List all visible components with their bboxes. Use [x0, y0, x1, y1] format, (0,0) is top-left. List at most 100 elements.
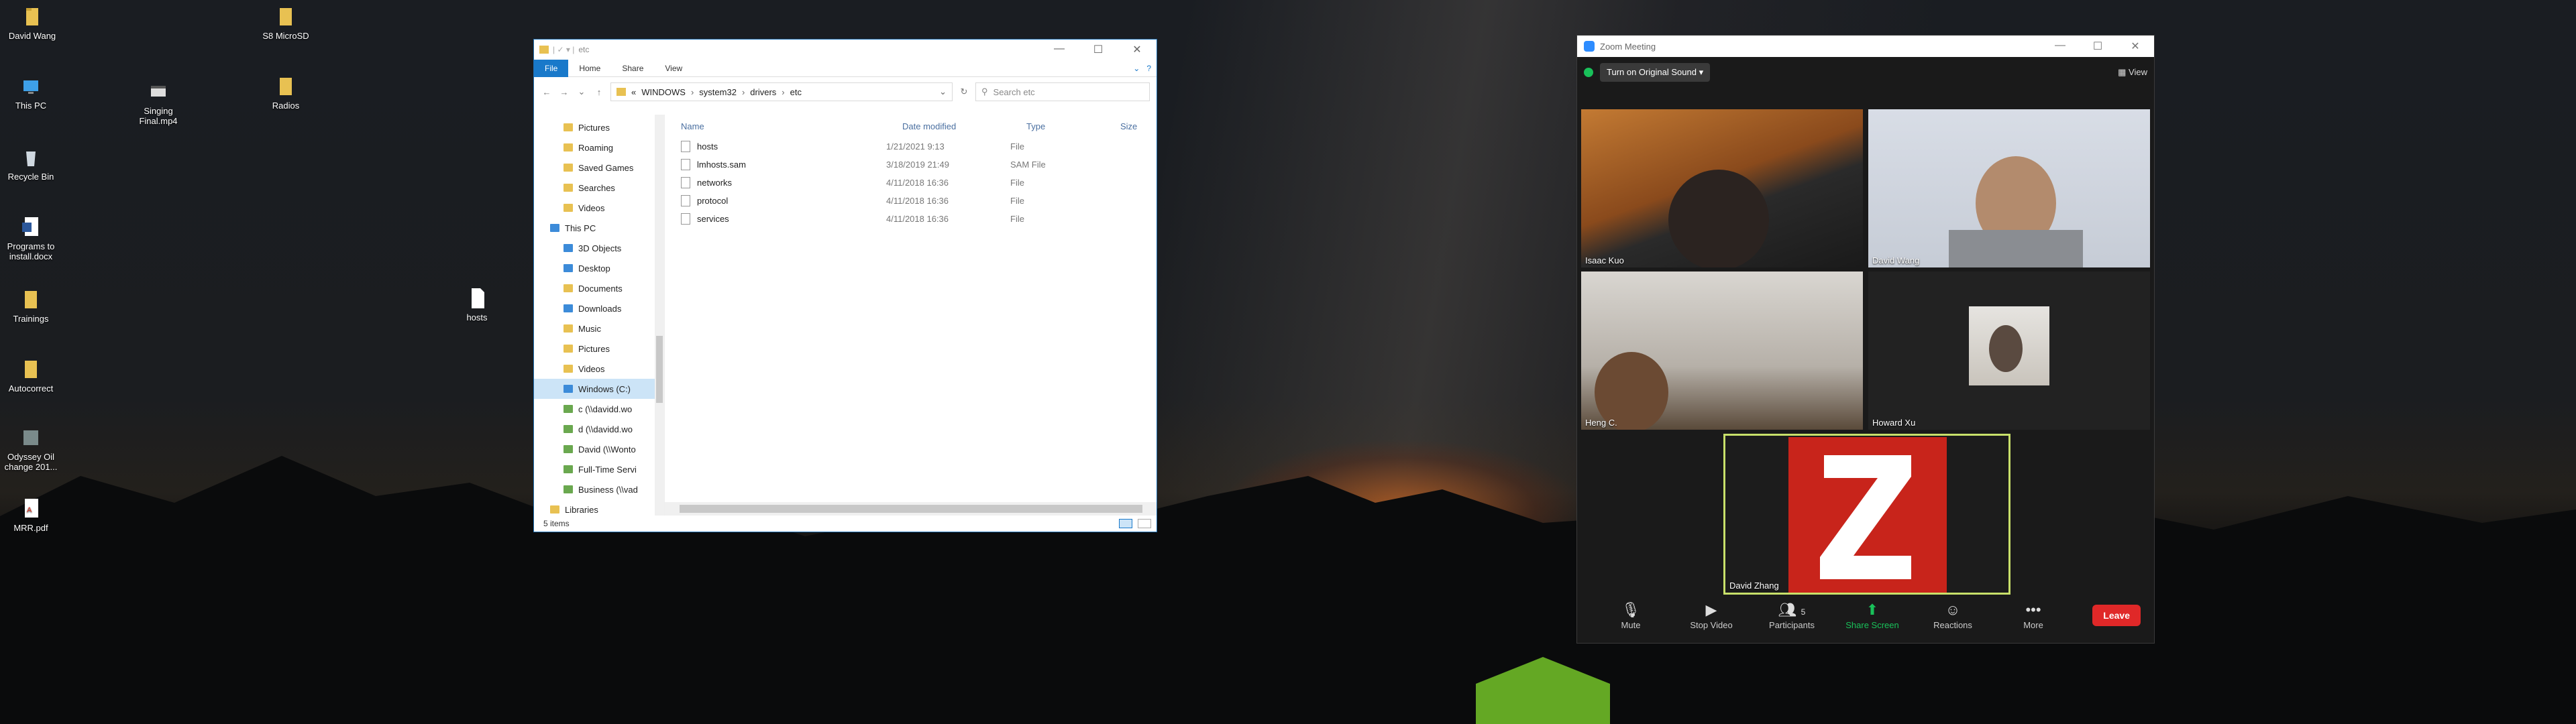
file-row[interactable]: services 4/11/2018 16:36 File — [665, 210, 1157, 228]
tab-file[interactable]: File — [534, 59, 569, 77]
file-row[interactable]: lmhosts.sam 3/18/2019 21:49 SAM File — [665, 156, 1157, 174]
details-view-icon[interactable] — [1119, 519, 1132, 528]
forward-arrow-icon[interactable]: → — [558, 87, 570, 97]
video-tile-isaac-kuo[interactable]: Isaac Kuo — [1581, 109, 1863, 267]
desktop-icon-s8-microsd[interactable]: S8 MicroSD — [252, 5, 319, 41]
nav-item[interactable]: Downloads — [534, 298, 664, 318]
chevron-down-icon[interactable]: ▾ — [1699, 67, 1704, 77]
nav-item[interactable]: Full-Time Servi — [534, 459, 664, 479]
breadcrumb-separator-icon[interactable]: › — [691, 87, 694, 97]
desktop-icon-singing-final[interactable]: Singing Final.mp4 — [125, 80, 192, 126]
breadcrumb-system32[interactable]: system32 — [699, 87, 737, 97]
participants-button[interactable]: 👥︎ 5 Participants — [1752, 601, 1832, 630]
search-input[interactable]: Search etc — [994, 87, 1035, 97]
desktop-icon-odyssey[interactable]: Odyssey Oil change 201... — [0, 426, 64, 472]
file-row[interactable]: networks 4/11/2018 16:36 File — [665, 174, 1157, 192]
nav-item[interactable]: David (\\Wonto — [534, 439, 664, 459]
nav-item[interactable]: Music — [534, 318, 664, 339]
video-tile-howard-xu[interactable]: Howard Xu — [1868, 272, 2150, 430]
file-row[interactable]: hosts 1/21/2021 9:13 File — [665, 137, 1157, 156]
search-box[interactable]: ⚲ Search etc — [975, 82, 1150, 101]
folder-icon — [25, 291, 37, 308]
nav-item[interactable]: Videos — [534, 198, 664, 218]
minimize-button[interactable]: — — [2041, 40, 2079, 53]
column-name[interactable]: Name — [665, 121, 886, 131]
desktop-icon-hosts[interactable]: hosts — [443, 287, 511, 322]
nav-scrollbar[interactable] — [655, 115, 664, 516]
more-button[interactable]: ••• More — [1993, 601, 2074, 630]
recent-locations-icon[interactable]: ⌄ — [576, 86, 588, 97]
view-button[interactable]: ▦ View — [2118, 67, 2147, 78]
desktop-icon-trainings[interactable]: Trainings — [0, 288, 64, 324]
desktop-icon-mrr-pdf[interactable]: A MRR.pdf — [0, 497, 64, 533]
scrollbar-thumb[interactable] — [680, 505, 1142, 513]
participant-video — [1989, 325, 2023, 372]
maximize-button[interactable]: ☐ — [1079, 43, 1118, 56]
desktop-icon-radios[interactable]: Radios — [252, 75, 319, 111]
address-prefix[interactable]: « — [631, 87, 636, 97]
zoom-titlebar[interactable]: Zoom Meeting — ☐ ✕ — [1577, 36, 2154, 57]
address-bar[interactable]: « WINDOWS › system32 › drivers › etc ⌄ — [610, 82, 953, 101]
scrollbar-thumb[interactable] — [656, 336, 663, 403]
nav-item[interactable]: Windows (C:) — [534, 379, 664, 399]
maximize-button[interactable]: ☐ — [2079, 40, 2116, 53]
nav-item[interactable]: This PC — [534, 218, 664, 238]
minimize-button[interactable]: — — [1040, 43, 1079, 56]
nav-item-label: Music — [578, 323, 601, 334]
breadcrumb-separator-icon[interactable]: › — [742, 87, 745, 97]
nav-item[interactable]: Business (\\vad — [534, 479, 664, 499]
desktop-icon-this-pc[interactable]: This PC — [0, 75, 64, 111]
column-type[interactable]: Type — [1010, 121, 1104, 131]
nav-item[interactable]: Roaming — [534, 137, 664, 158]
large-icons-view-icon[interactable] — [1138, 519, 1151, 528]
address-dropdown-icon[interactable]: ⌄ — [939, 86, 947, 97]
desktop-icon-programs-doc[interactable]: Programs to install.docx — [0, 216, 64, 261]
nav-item[interactable]: d (\\davidd.wo — [534, 419, 664, 439]
shield-icon[interactable] — [1584, 68, 1593, 77]
horizontal-scrollbar[interactable] — [665, 502, 1157, 516]
breadcrumb-separator-icon[interactable]: › — [782, 87, 784, 97]
back-arrow-icon[interactable]: ← — [541, 87, 553, 97]
column-date-modified[interactable]: Date modified — [886, 121, 1010, 131]
desktop-icon-david-wang[interactable]: David Wang — [0, 5, 66, 41]
breadcrumb-drivers[interactable]: drivers — [750, 87, 776, 97]
file-row[interactable]: protocol 4/11/2018 16:36 File — [665, 192, 1157, 210]
stop-video-button[interactable]: ▶ Stop Video — [1671, 601, 1752, 630]
breadcrumb-windows[interactable]: WINDOWS — [641, 87, 686, 97]
nav-item[interactable]: Libraries — [534, 499, 664, 516]
nav-item[interactable]: 3D Objects — [534, 238, 664, 258]
desktop-icon-autocorrect[interactable]: Autocorrect — [0, 358, 64, 394]
video-tile-heng-c[interactable]: Heng C. — [1581, 272, 1863, 430]
video-tile-david-zhang[interactable]: David Zhang — [1723, 434, 2010, 595]
close-button[interactable]: ✕ — [2116, 40, 2154, 53]
tab-home[interactable]: Home — [568, 60, 611, 77]
refresh-icon[interactable]: ↻ — [958, 86, 970, 97]
video-tile-david-wang[interactable]: David Wang — [1868, 109, 2150, 267]
nav-item[interactable]: c (\\davidd.wo — [534, 399, 664, 419]
nav-item[interactable]: Videos — [534, 359, 664, 379]
quick-access-toolbar[interactable]: | ✓ ▾ | — [553, 45, 574, 54]
video-camera-icon: ▶ — [1705, 601, 1717, 618]
share-screen-label: Share Screen — [1845, 619, 1899, 630]
mute-button[interactable]: 🎙︎ Mute — [1591, 601, 1671, 630]
nav-item[interactable]: Desktop — [534, 258, 664, 278]
reactions-button[interactable]: ☺ Reactions — [1913, 601, 1993, 630]
leave-button[interactable]: Leave — [2092, 605, 2141, 626]
tab-share[interactable]: Share — [611, 60, 654, 77]
expand-ribbon-icon[interactable]: ⌄ — [1133, 64, 1140, 73]
column-size[interactable]: Size — [1104, 121, 1144, 131]
nav-item[interactable]: Pictures — [534, 117, 664, 137]
desktop-icon-recycle-bin[interactable]: Recycle Bin — [0, 146, 64, 182]
explorer-titlebar[interactable]: | ✓ ▾ | etc — ☐ ✕ — [534, 40, 1157, 60]
nav-item[interactable]: Searches — [534, 178, 664, 198]
nav-item[interactable]: Documents — [534, 278, 664, 298]
original-sound-button[interactable]: Turn on Original Sound ▾ — [1600, 63, 1711, 82]
nav-item[interactable]: Saved Games — [534, 158, 664, 178]
help-icon[interactable]: ? — [1146, 64, 1151, 73]
up-arrow-icon[interactable]: ↑ — [593, 87, 605, 97]
breadcrumb-etc[interactable]: etc — [790, 87, 802, 97]
share-screen-button[interactable]: ⬆ Share Screen — [1832, 601, 1913, 630]
nav-item[interactable]: Pictures — [534, 339, 664, 359]
close-button[interactable]: ✕ — [1118, 43, 1157, 56]
tab-view[interactable]: View — [654, 60, 693, 77]
